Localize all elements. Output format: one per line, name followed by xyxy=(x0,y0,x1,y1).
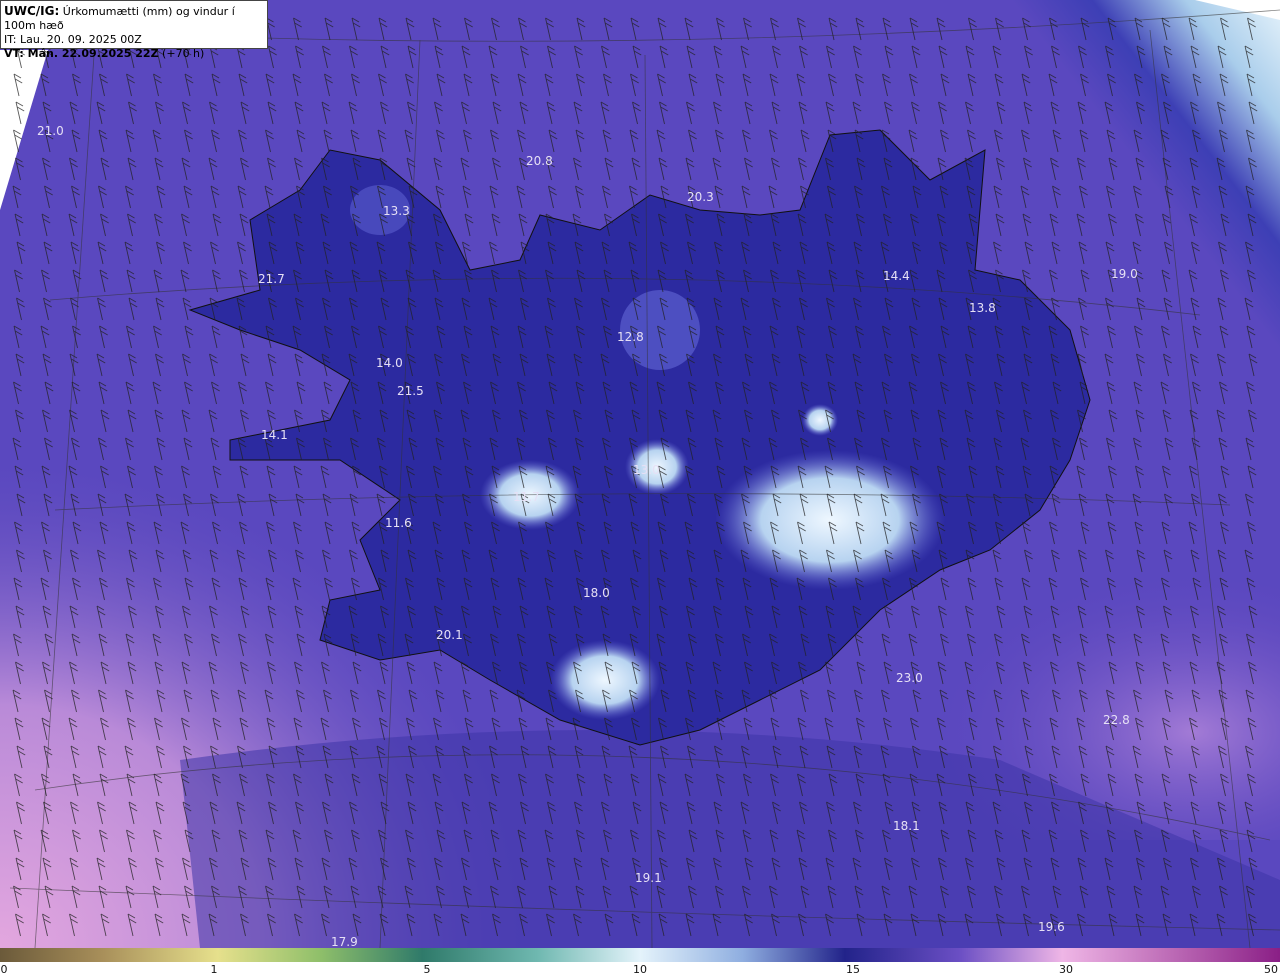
value-label: 14.1 xyxy=(261,428,288,442)
value-label: 21.7 xyxy=(258,272,285,286)
glacier-vatnajokull xyxy=(715,450,945,590)
colorbar-strip xyxy=(0,948,1280,962)
colorbar-tick: 50 xyxy=(1264,963,1278,976)
colorbar-tick: 5 xyxy=(423,963,431,976)
header-valid-date: VT: Mán. 22.09.2025 22Z xyxy=(4,47,159,60)
value-label: 20.1 xyxy=(436,628,463,642)
header-lead-time: (+70 h) xyxy=(158,47,205,60)
value-label: 19.1 xyxy=(635,871,662,885)
header-model: UWC/IG: xyxy=(4,4,60,18)
glacier-myrdalsjokull xyxy=(550,640,660,720)
value-label: 12.8 xyxy=(617,330,644,344)
value-label: 23.0 xyxy=(896,671,923,685)
colorbar-tick: 0 xyxy=(0,963,8,976)
header-valid-time: VT: Mán. 22.09.2025 22Z (+70 h) xyxy=(4,47,264,61)
colorbar-tick: 10 xyxy=(633,963,647,976)
value-label: 17.9 xyxy=(331,935,358,948)
value-label: 19.6 xyxy=(1038,920,1065,934)
header-init-time: IT: Lau. 20. 09. 2025 00Z xyxy=(4,33,142,46)
map-header: UWC/IG: Úrkomumætti (mm) og vindur í 100… xyxy=(0,0,268,60)
value-label: 20.8 xyxy=(526,154,553,168)
value-label: 22.8 xyxy=(1103,713,1130,727)
value-label: 13.3 xyxy=(383,204,410,218)
colorbar-tick: 1 xyxy=(210,963,218,976)
header-title: UWC/IG: Úrkomumætti (mm) og vindur í 100… xyxy=(4,4,264,33)
value-label: 19.0 xyxy=(1111,267,1138,281)
value-label: 18.1 xyxy=(893,819,920,833)
value-label: 14.4 xyxy=(883,269,910,283)
value-label: 21.0 xyxy=(37,124,64,138)
value-label: 11.6 xyxy=(385,516,412,530)
precipitation-wind-map: 21.0 20.8 20.3 13.3 21.7 14.4 19.0 13.8 … xyxy=(0,0,1280,948)
colorbar: 0 1 5 10 15 30 50 xyxy=(0,948,1280,978)
colorbar-tick: 15 xyxy=(846,963,860,976)
value-label: 21.5 xyxy=(397,384,424,398)
value-label: 14.0 xyxy=(376,356,403,370)
colorbar-tick: 30 xyxy=(1059,963,1073,976)
value-label: 13.0 xyxy=(633,463,660,477)
value-label: 11.7 xyxy=(513,490,540,504)
value-label: 20.3 xyxy=(687,190,714,204)
value-label: 18.0 xyxy=(583,586,610,600)
value-label: 13.8 xyxy=(969,301,996,315)
glacier-small-ne xyxy=(802,404,838,436)
